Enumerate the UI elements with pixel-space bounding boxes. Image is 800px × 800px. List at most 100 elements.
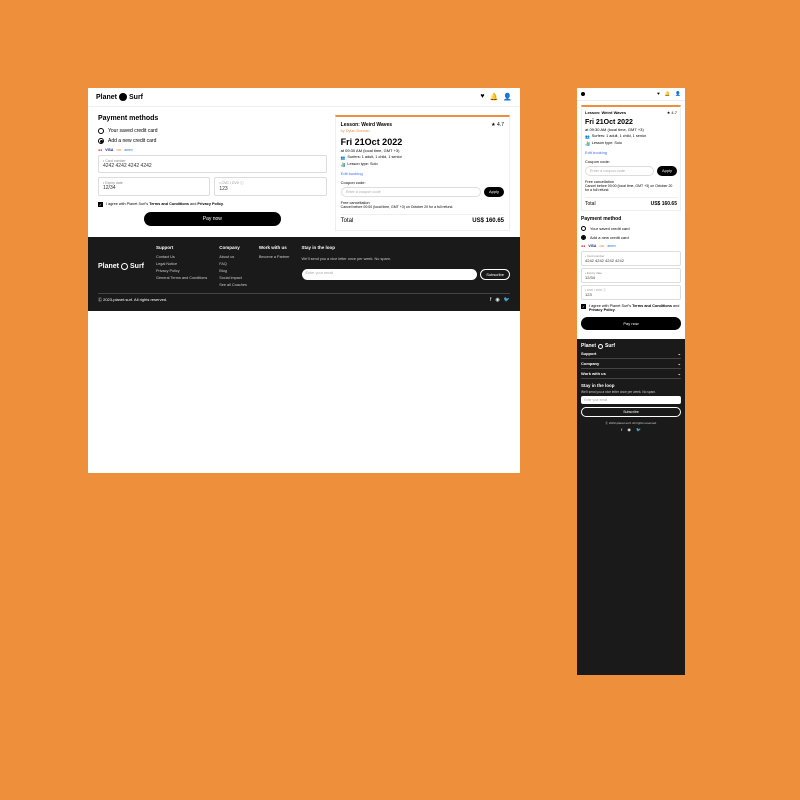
field-value: 123 [219, 186, 321, 192]
pay-button[interactable]: Pay now [581, 317, 681, 330]
footer-link[interactable]: General Terms and Conditions [156, 276, 207, 280]
accordion-support[interactable]: Support⌄ [581, 349, 681, 359]
facebook-icon[interactable]: f [621, 427, 622, 432]
rating: ★ 4.7 [491, 122, 504, 128]
option-new-card[interactable]: Add a new credit card [581, 235, 681, 240]
footer-link[interactable]: Legal Notice [156, 262, 207, 266]
coupon-input[interactable]: Enter a coupon code [341, 187, 481, 197]
option-new-card[interactable]: Add a new credit card [98, 138, 327, 144]
card-number-field[interactable]: • Card number 4242 4242 4242 4242 [98, 155, 327, 173]
card-number-field[interactable]: • Card number 4242 4242 4242 4242 [581, 251, 681, 266]
cvc-field[interactable]: • CVC / CVV ⓘ 123 [581, 285, 681, 300]
footer-company: Company About us FAQ Blog Social impact … [219, 245, 247, 287]
visa-icon: VISA [588, 244, 596, 248]
booking-time: at 09:30 AM (local time, GMT +3) [341, 148, 504, 153]
header: ♥ 🔔 👤 [577, 88, 685, 101]
newsletter-title: Stay in the loop [581, 383, 681, 388]
footer-link[interactable]: Contact Us [156, 255, 207, 259]
card-icon: •••• [116, 148, 121, 152]
logo[interactable] [581, 92, 585, 96]
person-icon: 👥 [341, 155, 346, 160]
radio-icon [98, 128, 104, 134]
agree-row[interactable]: ✓ I agree with Planet Surf's Terms and C… [98, 202, 327, 207]
booking-date: Fri 21Oct 2022 [585, 119, 677, 126]
cvc-field[interactable]: • CVC / CVV ⓘ 123 [214, 177, 326, 196]
accordion-work[interactable]: Work with us⌄ [581, 369, 681, 379]
option-saved-card[interactable]: Your saved credit card [98, 128, 327, 134]
footer: PlanetSurf Support⌄ Company⌄ Work with u… [577, 339, 685, 675]
footer-link[interactable]: Become a Partner [259, 255, 290, 259]
facebook-icon[interactable]: f [490, 297, 491, 303]
edit-booking-link[interactable]: Edit booking [585, 150, 677, 155]
footer-link[interactable]: Social impact [219, 276, 247, 280]
footer: PlanetSurf Support Contact Us Legal Noti… [88, 237, 520, 311]
edit-booking-link[interactable]: Edit booking [341, 171, 504, 176]
footer-work: Work with us Become a Partner [259, 245, 290, 287]
twitter-icon[interactable]: 🐦 [504, 297, 510, 303]
avatar-icon[interactable]: 👤 [503, 93, 512, 101]
field-value: 4242 4242 4242 4242 [103, 163, 322, 169]
option-label: Your saved credit card [108, 128, 158, 134]
pay-button[interactable]: Pay now [144, 212, 281, 226]
footer-link[interactable]: About us [219, 255, 247, 259]
mastercard-icon: ●● [581, 244, 585, 248]
footer-link[interactable]: Privacy Policy [156, 269, 207, 273]
subscribe-button[interactable]: Subscribe [480, 269, 510, 280]
amex-icon: amex [607, 244, 616, 248]
card-icon: •••• [599, 244, 604, 248]
board-icon: 🏄 [341, 162, 346, 167]
total-label: Total [341, 218, 354, 224]
coupon-label: Coupon code: [341, 180, 504, 185]
footer-logo[interactable]: PlanetSurf [98, 245, 144, 287]
email-input[interactable]: Enter your email [581, 396, 681, 404]
heart-icon[interactable]: ♥ [480, 93, 484, 101]
cancel-text: Cancel before 00:00 (local time, GMT +3)… [341, 205, 504, 209]
email-input[interactable]: Enter your email [302, 269, 478, 280]
bell-icon[interactable]: 🔔 [665, 91, 671, 97]
checkbox-icon: ✓ [98, 202, 103, 207]
field-value: 12/34 [103, 185, 205, 191]
person-icon: 👥 [585, 134, 590, 139]
footer-newsletter: Stay in the loop We'll send you a nice l… [302, 245, 511, 287]
apply-button[interactable]: Apply [657, 166, 677, 176]
amex-icon: amex [124, 148, 133, 152]
bell-icon[interactable]: 🔔 [490, 93, 499, 101]
chevron-down-icon: ⌄ [678, 371, 681, 376]
logo[interactable]: PlanetSurf [96, 93, 143, 101]
mobile-frame: ♥ 🔔 👤 Lesson: Weird Waves ★ 4.7 Fri 21Oc… [577, 88, 685, 675]
chevron-down-icon: ⌄ [678, 351, 681, 356]
option-saved-card[interactable]: Your saved credit card [581, 226, 681, 231]
accordion-company[interactable]: Company⌄ [581, 359, 681, 369]
coupon-input[interactable]: Enter a coupon code [585, 166, 654, 176]
footer-link[interactable]: Blog [219, 269, 247, 273]
payment-panel: Payment methods Your saved credit card A… [98, 115, 327, 231]
heart-icon[interactable]: ♥ [657, 91, 660, 97]
instagram-icon[interactable]: ◉ [627, 427, 631, 432]
expiry-field[interactable]: • Expiry date 12/34 [581, 268, 681, 283]
avatar-icon[interactable]: 👤 [675, 91, 681, 97]
radio-icon [581, 226, 586, 231]
visa-icon: VISA [105, 148, 113, 152]
apply-button[interactable]: Apply [484, 187, 504, 197]
footer-link[interactable]: See all Coaches [219, 283, 247, 287]
instagram-icon[interactable]: ◉ [495, 297, 499, 303]
booking-date: Fri 21Oct 2022 [341, 137, 504, 147]
copyright: Ⓒ 2023-planet.surf. All rights reserved. [581, 421, 681, 425]
summary-panel: Lesson: Weird Waves ★ 4.7 by Dylan Dunca… [335, 115, 510, 231]
total-value: US$ 160.65 [472, 218, 504, 224]
header-icons: ♥ 🔔 👤 [480, 93, 512, 101]
coach-link[interactable]: by Dylan Duncan [341, 129, 504, 133]
header: PlanetSurf ♥ 🔔 👤 [88, 88, 520, 107]
payment-title: Payment methods [98, 115, 327, 122]
footer-link[interactable]: FAQ [219, 262, 247, 266]
board-icon: 🏄 [585, 141, 590, 146]
agree-row[interactable]: ✓ I agree with Planet Surf's Terms and C… [581, 304, 681, 312]
chevron-down-icon: ⌄ [678, 361, 681, 366]
expiry-field[interactable]: • Expiry date 12/34 [98, 177, 210, 196]
agree-text: I agree with Planet Surf's Terms and Con… [106, 202, 224, 206]
subscribe-button[interactable]: Subscribe [581, 407, 681, 417]
payment-panel: Payment method Your saved credit card Ad… [581, 216, 681, 330]
mastercard-icon: ●● [98, 148, 102, 152]
surfers-text: Surfers: 1 adult, 1 child, 1 senior [347, 155, 401, 160]
twitter-icon[interactable]: 🐦 [636, 427, 641, 432]
